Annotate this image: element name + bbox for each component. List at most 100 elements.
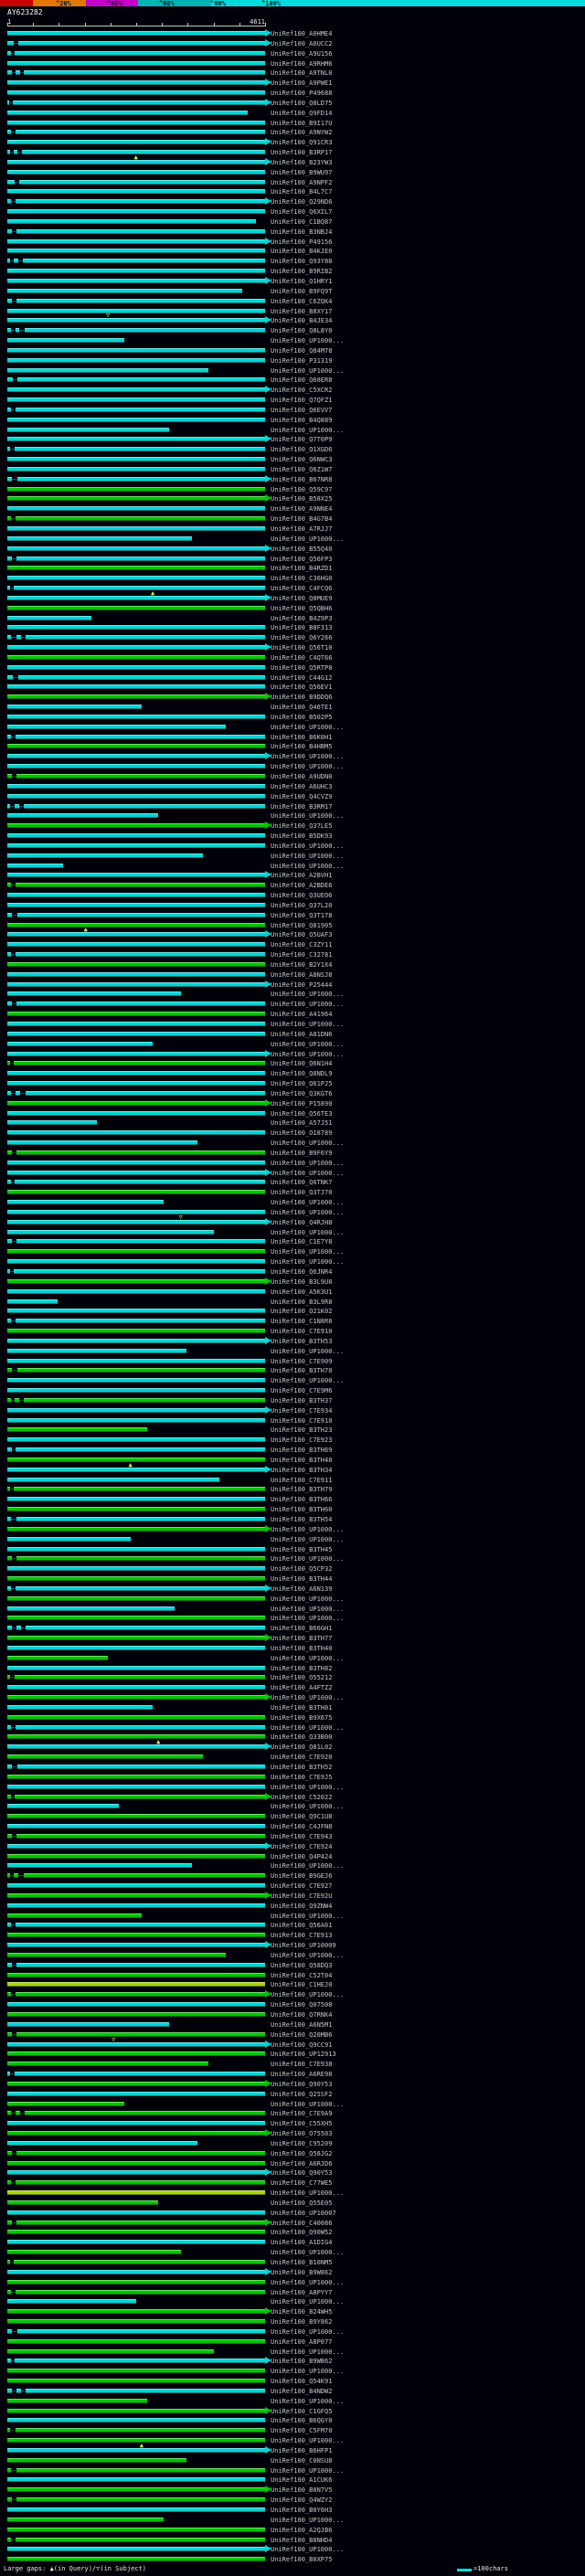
hit-row[interactable]: UniRef100_B9W862 — [0, 2267, 585, 2277]
hit-row[interactable]: UniRef100_UP1000... — [0, 1524, 585, 1534]
hit-label[interactable]: UniRef100_B4KJE0 — [271, 248, 332, 255]
hit-bar-segment[interactable] — [7, 1180, 11, 1185]
hit-bar-segment[interactable] — [16, 635, 21, 641]
hit-row[interactable]: UniRef100_B10NM5 — [0, 2258, 585, 2267]
hit-row[interactable]: UniRef100_P25444 — [0, 980, 585, 990]
hit-row[interactable]: UniRef100_B3TH54 — [0, 1515, 585, 1524]
hit-row[interactable]: UniRef100_C1GFQ5 — [0, 2406, 585, 2416]
hit-bar-segment[interactable] — [24, 70, 265, 76]
hit-label[interactable]: UniRef100_A9NNE4 — [271, 505, 332, 513]
hit-bar-segment[interactable] — [7, 2418, 265, 2423]
hit-label[interactable]: UniRef100_P25444 — [271, 981, 332, 989]
hit-bar-segment[interactable] — [7, 645, 265, 651]
hit-bar-segment[interactable] — [7, 1219, 265, 1224]
hit-bar-segment[interactable] — [16, 2388, 22, 2393]
hit-label[interactable]: UniRef100_B6K0H1 — [271, 734, 332, 741]
hit-bar-segment[interactable] — [7, 407, 12, 412]
hit-bar-segment[interactable] — [7, 2379, 265, 2384]
hit-bar-segment[interactable] — [7, 615, 91, 620]
hit-bar-segment[interactable] — [7, 1160, 265, 1165]
hit-bar-segment[interactable] — [16, 1992, 265, 1998]
hit-row[interactable]: UniRef100_Q6JNR4 — [0, 1267, 585, 1277]
hit-row[interactable]: UniRef100_Q25SF2 — [0, 2090, 585, 2099]
hit-bar-segment[interactable] — [7, 2031, 12, 2037]
hit-bar-segment[interactable] — [7, 922, 265, 928]
hit-row[interactable]: UniRef100_C7E913 — [0, 1931, 585, 1940]
hit-bar-segment[interactable] — [7, 724, 226, 729]
hit-label[interactable]: UniRef100_A9NYW2 — [271, 129, 332, 136]
hit-label[interactable]: UniRef100_C1E7Y8 — [271, 1238, 332, 1246]
hit-bar-segment[interactable] — [7, 1130, 265, 1136]
hit-row[interactable]: UniRef100_A81DN6 — [0, 1030, 585, 1039]
hit-bar-segment[interactable] — [7, 2557, 265, 2562]
hit-label[interactable]: UniRef100_C77WE5 — [271, 2179, 332, 2187]
hit-bar-segment[interactable] — [7, 566, 265, 571]
hit-bar-segment[interactable] — [7, 526, 265, 531]
hit-bar-segment[interactable] — [7, 2269, 265, 2274]
hit-label[interactable]: UniRef100_UP1000... — [271, 1862, 344, 1870]
hit-row[interactable]: UniRef100_UP12913 — [0, 2050, 585, 2059]
hit-row[interactable]: UniRef100_B9WU97 — [0, 168, 585, 177]
hit-row[interactable]: UniRef100_A7RJJ7 — [0, 525, 585, 534]
hit-row[interactable]: UniRef100_B4G7B4 — [0, 514, 585, 524]
hit-bar-segment[interactable] — [7, 1704, 153, 1710]
hit-bar-segment[interactable] — [7, 1031, 265, 1036]
hit-label[interactable]: UniRef100_UP1000... — [271, 1001, 344, 1008]
hit-bar-segment[interactable] — [7, 40, 15, 46]
hit-bar-segment[interactable] — [15, 130, 265, 135]
hit-label[interactable]: UniRef100_Q1XGD6 — [271, 446, 332, 453]
hit-bar-segment[interactable] — [14, 2072, 265, 2077]
hit-label[interactable]: UniRef100_UP1000... — [271, 2348, 344, 2356]
hit-label[interactable]: UniRef100_C44G12 — [271, 674, 332, 682]
hit-row[interactable]: UniRef100_UP1000... — [0, 842, 585, 851]
hit-label[interactable]: UniRef100_B3NBJ4 — [271, 228, 332, 236]
hit-bar-segment[interactable] — [7, 1259, 265, 1265]
hit-bar-segment[interactable] — [7, 2002, 265, 2008]
hit-bar-segment[interactable] — [15, 1585, 265, 1591]
hit-bar-segment[interactable] — [7, 2338, 265, 2344]
hit-bar-segment[interactable] — [7, 1041, 153, 1046]
hit-row[interactable]: UniRef100_B3RP17 — [0, 148, 585, 157]
hit-row[interactable]: UniRef100_UP1000... — [0, 336, 585, 345]
hit-label[interactable]: UniRef100_B6QGY0 — [271, 2417, 332, 2424]
hit-label[interactable]: UniRef100_Q3T178 — [271, 912, 332, 919]
hit-bar-segment[interactable] — [15, 2180, 265, 2186]
hit-label[interactable]: UniRef100_A0UCC2 — [271, 40, 332, 48]
hit-row[interactable]: UniRef100_B9GEJ6 — [0, 1871, 585, 1881]
hit-row[interactable]: UniRef100_C1E7Y8 — [0, 1237, 585, 1246]
hit-bar-segment[interactable] — [7, 586, 10, 591]
hit-row[interactable]: UniRef100_B3TH60 — [0, 1505, 585, 1514]
hit-row[interactable]: UniRef100_UP1000... — [0, 723, 585, 732]
hit-row[interactable]: UniRef100_B55Q40 — [0, 544, 585, 554]
hit-bar-segment[interactable] — [7, 1843, 265, 1849]
hit-label[interactable]: UniRef100_C7E910 — [271, 1417, 332, 1425]
hit-bar-segment[interactable] — [7, 2547, 265, 2552]
hit-row[interactable]: UniRef100_UP10007 — [0, 2209, 585, 2218]
hit-bar-segment[interactable] — [7, 1616, 265, 1621]
hit-row[interactable]: UniRef100_C0NSU8 — [0, 2456, 585, 2465]
hit-row[interactable]: UniRef100_B9FQ9T — [0, 287, 585, 296]
hit-bar-segment[interactable] — [7, 308, 265, 313]
hit-bar-segment[interactable] — [24, 803, 265, 809]
hit-label[interactable]: UniRef100_UP1000... — [271, 1991, 344, 1998]
hit-bar-segment[interactable] — [16, 1447, 265, 1453]
hit-bar-segment[interactable] — [16, 1368, 265, 1373]
hit-bar-segment[interactable] — [18, 674, 265, 680]
hit-row[interactable]: UniRef100_A9NPF2 — [0, 178, 585, 187]
hit-label[interactable]: UniRef100_C6ZQK4 — [271, 298, 332, 305]
hit-bar-segment[interactable] — [7, 863, 64, 868]
hit-bar-segment[interactable] — [7, 1933, 265, 1938]
hit-label[interactable]: UniRef100_Q81905 — [271, 922, 332, 929]
hit-label[interactable]: UniRef100_Q56A61 — [271, 1922, 332, 1929]
hit-bar-segment[interactable] — [7, 1447, 12, 1453]
hit-row[interactable]: UniRef100_Q29ND6 — [0, 197, 585, 207]
hit-label[interactable]: UniRef100_A57J51 — [271, 1119, 332, 1127]
hit-row[interactable]: UniRef100_Q6TNK7 — [0, 1178, 585, 1187]
hit-bar-segment[interactable] — [16, 774, 265, 779]
hit-row[interactable]: UniRef100_UP1000... — [0, 1168, 585, 1178]
hit-bar-segment[interactable] — [7, 873, 265, 878]
hit-label[interactable]: UniRef100_Q59C97 — [271, 486, 332, 493]
hit-bar-segment[interactable] — [7, 1100, 265, 1106]
hit-label[interactable]: UniRef100_B4L7C7 — [271, 188, 332, 196]
hit-label[interactable]: UniRef100_A6RE98 — [271, 2071, 332, 2078]
